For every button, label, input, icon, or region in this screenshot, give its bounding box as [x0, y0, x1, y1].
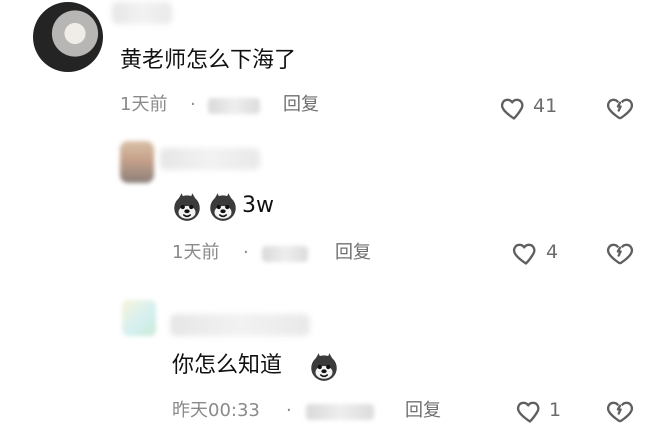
separator-dot: · — [243, 242, 249, 263]
location-tag — [306, 404, 374, 420]
comment-text: 黄老师怎么下海了 — [120, 48, 297, 73]
reply-button[interactable]: 回复 — [335, 242, 371, 264]
like-icon[interactable] — [500, 94, 528, 122]
comment-text: 3w — [242, 193, 274, 218]
husky-emoji-icon — [311, 353, 337, 381]
separator-dot: · — [286, 400, 292, 421]
location-tag — [208, 98, 260, 114]
dislike-icon[interactable] — [606, 239, 634, 267]
comment-time: 1天前 — [120, 94, 168, 115]
like-count: 4 — [546, 241, 559, 263]
comment-time: 昨天00:33 — [172, 400, 260, 421]
username[interactable] — [112, 2, 172, 24]
comment-time: 1天前 — [172, 242, 220, 263]
like-count: 1 — [549, 399, 562, 421]
husky-emoji-icon — [210, 193, 236, 221]
reply-button[interactable]: 回复 — [405, 400, 441, 422]
avatar[interactable] — [122, 300, 156, 336]
avatar[interactable] — [120, 141, 154, 183]
username[interactable] — [170, 314, 310, 336]
like-icon[interactable] — [512, 239, 540, 267]
comment-text: 你怎么知道 — [172, 353, 283, 378]
username[interactable] — [160, 148, 260, 170]
like-icon[interactable] — [516, 397, 544, 425]
separator-dot: · — [190, 94, 196, 115]
dislike-icon[interactable] — [606, 94, 634, 122]
reply-button[interactable]: 回复 — [283, 94, 319, 116]
dislike-icon[interactable] — [606, 397, 634, 425]
location-tag — [262, 246, 308, 262]
avatar[interactable] — [33, 2, 103, 72]
husky-emoji-icon — [174, 193, 200, 221]
like-count: 41 — [533, 95, 558, 117]
